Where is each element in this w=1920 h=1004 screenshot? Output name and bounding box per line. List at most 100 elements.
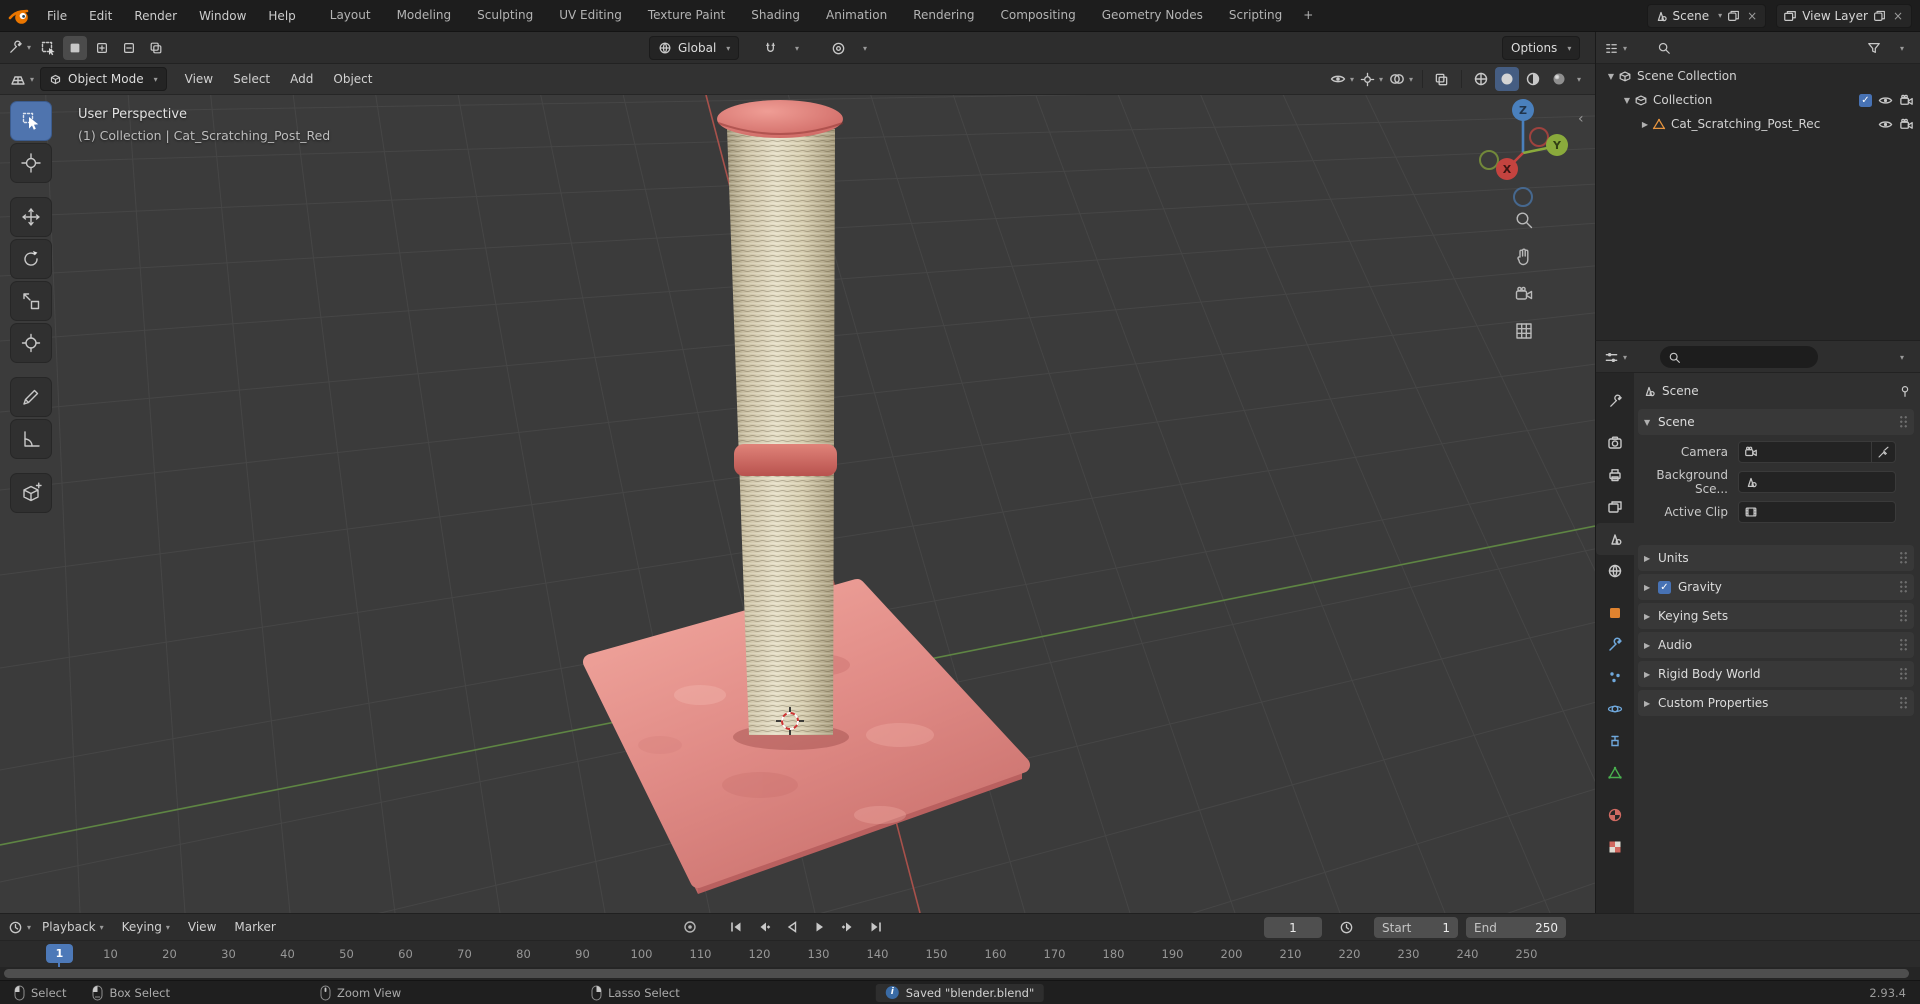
disclosure-triangle-icon[interactable]: ▶: [1638, 120, 1652, 129]
auto-keying-button[interactable]: [678, 916, 702, 938]
tab-material[interactable]: [1596, 799, 1634, 831]
rigid-body-world-panel-header[interactable]: ▶ Rigid Body World: [1638, 661, 1914, 687]
workspace-tab[interactable]: Rendering: [900, 0, 987, 32]
playback-menu[interactable]: Playback ▾: [33, 920, 113, 934]
active-tool-box-select-icon[interactable]: [36, 36, 60, 60]
axis-y-ball[interactable]: Y: [1546, 134, 1568, 156]
axis-z-ball[interactable]: Z: [1512, 99, 1534, 121]
menu-item[interactable]: Edit: [78, 1, 123, 31]
playhead-badge[interactable]: 1: [46, 944, 73, 963]
pin-icon[interactable]: [1898, 384, 1912, 398]
workspace-tab[interactable]: Compositing: [987, 0, 1088, 32]
tab-object[interactable]: [1596, 597, 1634, 629]
viewport-3d[interactable]: User Perspective (1) Collection | Cat_Sc…: [0, 95, 1595, 913]
menu-item[interactable]: Window: [188, 1, 257, 31]
previous-keyframe-button[interactable]: [752, 916, 776, 938]
collection-checkbox[interactable]: ✓: [1859, 93, 1872, 107]
panel-drag-handle[interactable]: [1899, 667, 1908, 681]
scene-panel-header[interactable]: ▼ Scene: [1638, 409, 1914, 435]
tab-constraints[interactable]: [1596, 725, 1634, 757]
shading-solid-button[interactable]: [1494, 67, 1519, 91]
outliner-editor-type-button[interactable]: ▾: [1602, 36, 1629, 60]
axis-x-negative-ball[interactable]: [1529, 127, 1549, 147]
disable-in-renders-camera-icon[interactable]: [1899, 117, 1914, 132]
outliner-row-collection[interactable]: ▼ Collection ✓: [1596, 88, 1920, 112]
view-menu[interactable]: View: [179, 920, 225, 934]
duplicate-icon[interactable]: [1727, 9, 1740, 22]
panel-drag-handle[interactable]: [1899, 609, 1908, 623]
tab-object-data[interactable]: [1596, 757, 1634, 789]
outliner-filter-dropdown[interactable]: ▾: [1888, 36, 1912, 60]
viewport-menu-item[interactable]: Add: [280, 64, 323, 94]
eyedropper-button[interactable]: [1871, 442, 1890, 462]
disclosure-triangle-icon[interactable]: ▼: [1604, 72, 1618, 81]
timeline-scrollbar[interactable]: [0, 967, 1920, 980]
snap-options-dropdown[interactable]: ▾: [783, 36, 807, 60]
object-visibility-dropdown[interactable]: ▾: [1328, 67, 1356, 91]
camera-field[interactable]: [1738, 441, 1896, 463]
duplicate-icon[interactable]: [1873, 9, 1886, 22]
tool-annotate[interactable]: [10, 377, 52, 417]
tab-view-layer[interactable]: [1596, 491, 1634, 523]
properties-options-dropdown[interactable]: ▾: [1888, 345, 1912, 369]
end-frame-field[interactable]: End 250: [1466, 917, 1566, 938]
pan-view-button[interactable]: [1511, 244, 1537, 270]
panel-drag-handle[interactable]: [1899, 696, 1908, 710]
tool-move[interactable]: [10, 197, 52, 237]
panel-drag-handle[interactable]: [1899, 638, 1908, 652]
outliner-search-button[interactable]: [1652, 36, 1676, 60]
select-mode-subtract-button[interactable]: [117, 36, 141, 60]
hide-in-viewport-eye-icon[interactable]: [1878, 93, 1893, 108]
workspace-tab[interactable]: Layout: [317, 0, 384, 32]
active-clip-field[interactable]: [1738, 501, 1896, 523]
panel-drag-handle[interactable]: [1899, 580, 1908, 594]
panel-drag-handle[interactable]: [1899, 415, 1908, 429]
jump-to-end-button[interactable]: [864, 916, 888, 938]
disable-in-renders-camera-icon[interactable]: [1899, 93, 1914, 108]
menu-item[interactable]: Render: [123, 1, 188, 31]
properties-search-input[interactable]: [1660, 346, 1818, 368]
hide-in-viewport-eye-icon[interactable]: [1878, 117, 1893, 132]
tab-physics[interactable]: [1596, 693, 1634, 725]
menu-item[interactable]: Help: [257, 1, 306, 31]
blender-logo-icon[interactable]: [8, 5, 30, 27]
tab-world[interactable]: [1596, 555, 1634, 587]
audio-panel-header[interactable]: ▶ Audio: [1638, 632, 1914, 658]
workspace-tab[interactable]: Sculpting: [464, 0, 546, 32]
workspace-tab[interactable]: Modeling: [384, 0, 465, 32]
options-button[interactable]: Options ▾: [1502, 36, 1581, 60]
axis-x-ball[interactable]: X: [1496, 158, 1518, 180]
start-frame-field[interactable]: Start 1: [1374, 917, 1458, 938]
tool-transform[interactable]: [10, 323, 52, 363]
scene-selector[interactable]: Scene ▾ ×: [1646, 3, 1767, 28]
outliner-row-object[interactable]: ▶ Cat_Scratching_Post_Rec: [1596, 112, 1920, 136]
viewport-editor-type-button[interactable]: ▾: [8, 67, 36, 91]
play-reverse-button[interactable]: [780, 916, 804, 938]
select-mode-set-button[interactable]: [63, 35, 88, 60]
camera-view-button[interactable]: [1511, 281, 1537, 307]
current-frame-field[interactable]: 1: [1264, 917, 1322, 938]
use-preview-range-button[interactable]: [1334, 916, 1358, 938]
next-keyframe-button[interactable]: [836, 916, 860, 938]
mode-dropdown[interactable]: Object Mode ▾: [40, 67, 167, 91]
shading-material-button[interactable]: [1521, 67, 1545, 91]
show-overlays-dropdown[interactable]: ▾: [1387, 67, 1415, 91]
background-scene-field[interactable]: [1738, 471, 1896, 493]
tool-measure[interactable]: [10, 419, 52, 459]
disclosure-triangle-icon[interactable]: ▼: [1620, 96, 1634, 105]
tool-scale[interactable]: [10, 281, 52, 321]
workspace-tab[interactable]: Texture Paint: [635, 0, 738, 32]
jump-to-start-button[interactable]: [724, 916, 748, 938]
workspace-tab[interactable]: Scripting: [1216, 0, 1295, 32]
show-gizmo-dropdown[interactable]: ▾: [1358, 67, 1385, 91]
proportional-editing-dropdown[interactable]: ▾: [851, 36, 875, 60]
close-icon[interactable]: ×: [1891, 10, 1905, 22]
breadcrumb-label[interactable]: Scene: [1662, 384, 1699, 398]
menu-item[interactable]: File: [36, 1, 78, 31]
viewport-scene[interactable]: [0, 95, 1595, 913]
snap-toggle-button[interactable]: [758, 36, 782, 60]
outliner-filter-button[interactable]: [1862, 36, 1886, 60]
tool-select-box[interactable]: [10, 101, 52, 141]
panel-drag-handle[interactable]: [1899, 551, 1908, 565]
outliner-item-label[interactable]: Collection: [1653, 93, 1712, 107]
